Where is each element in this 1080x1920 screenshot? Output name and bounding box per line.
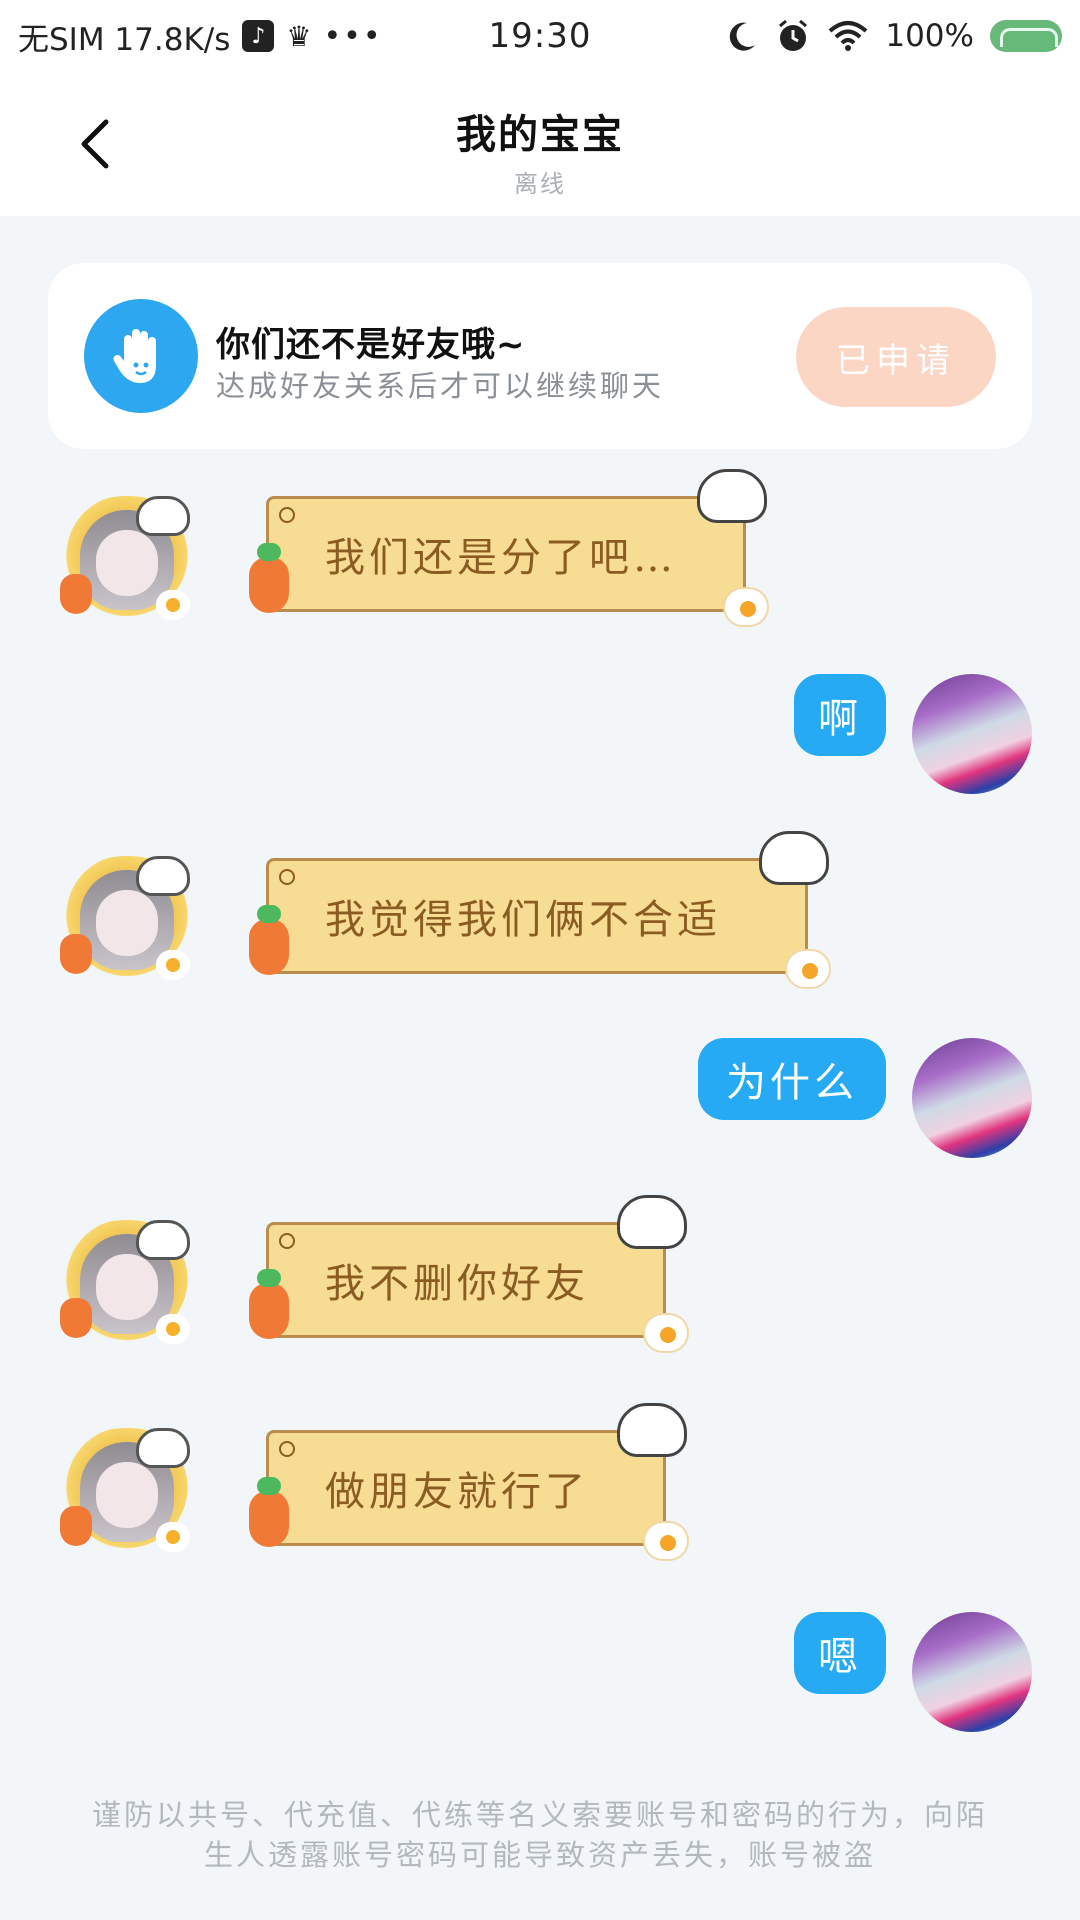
contact-avatar[interactable]: [58, 496, 196, 628]
notice-title: 你们还不是好友哦~: [216, 325, 526, 365]
battery-percent: 100%: [885, 18, 974, 54]
message-bubble-left[interactable]: 我觉得我们俩不合适: [249, 831, 831, 989]
cat-icon: [617, 1403, 687, 1457]
carrot-icon: [249, 1269, 289, 1339]
music-icon: ♪: [242, 20, 275, 52]
my-avatar[interactable]: [912, 674, 1032, 794]
status-bar: 无SIM 17.8K/s ♪ ♛ ••• 19:30 100%: [0, 0, 1080, 72]
online-status: 离线: [514, 170, 566, 198]
message-text: 我不删你好友: [325, 1261, 589, 1307]
contact-avatar[interactable]: [58, 1220, 196, 1352]
battery-icon: [990, 20, 1062, 52]
carrot-icon: [249, 1477, 289, 1547]
title-wrap: 我的宝宝 离线: [0, 102, 1080, 199]
pin-icon: [279, 1233, 295, 1249]
message-text: 我觉得我们俩不合适: [325, 897, 721, 943]
message-bubble-right[interactable]: 嗯: [794, 1612, 886, 1694]
cat-icon: [759, 831, 829, 885]
status-left: 无SIM 17.8K/s ♪ ♛ •••: [18, 14, 383, 59]
pin-icon: [279, 507, 295, 523]
message-bubble-right[interactable]: 啊: [794, 674, 886, 756]
my-avatar[interactable]: [912, 1038, 1032, 1158]
wave-hand-icon: [84, 299, 198, 413]
notice-description: 达成好友关系后才可以继续聊天: [216, 369, 665, 403]
pin-icon: [279, 869, 295, 885]
contact-avatar[interactable]: [58, 856, 196, 988]
egg-icon: [723, 587, 769, 627]
carrot-icon: [249, 905, 289, 975]
message-bubble-left[interactable]: 做朋友就行了: [249, 1403, 689, 1561]
chat-header: 我的宝宝 离线: [0, 72, 1080, 216]
more-dots-icon: •••: [323, 18, 383, 54]
my-avatar[interactable]: [912, 1612, 1032, 1732]
message-bubble-left[interactable]: 我们还是分了吧…: [249, 469, 769, 627]
applied-button[interactable]: 已申请: [796, 307, 996, 407]
network-status: 无SIM 17.8K/s: [18, 21, 231, 58]
message-text: 做朋友就行了: [325, 1469, 589, 1515]
pin-icon: [279, 1441, 295, 1457]
message-bubble-left[interactable]: 我不删你好友: [249, 1195, 689, 1353]
cat-icon: [697, 469, 767, 523]
message-text: 为什么: [726, 1060, 858, 1106]
message-text: 啊: [818, 696, 862, 742]
moon-icon: [730, 22, 756, 51]
contact-avatar[interactable]: [58, 1428, 196, 1560]
not-friends-notice: 你们还不是好友哦~ 达成好友关系后才可以继续聊天 已申请: [48, 263, 1032, 449]
status-right: 100%: [725, 18, 1062, 54]
message-text: 我们还是分了吧…: [325, 535, 677, 581]
cat-icon: [617, 1195, 687, 1249]
message-text: 嗯: [818, 1634, 862, 1680]
wifi-icon: [829, 21, 868, 51]
egg-icon: [643, 1313, 689, 1353]
egg-icon: [643, 1521, 689, 1561]
egg-icon: [785, 949, 831, 989]
page-title: 我的宝宝: [456, 112, 624, 158]
carrot-icon: [249, 543, 289, 613]
message-bubble-right[interactable]: 为什么: [698, 1038, 886, 1120]
crown-icon: ♛: [286, 19, 312, 53]
alarm-icon: [779, 19, 808, 51]
security-warning: 谨防以共号、代充值、代练等名义索要账号和密码的行为，向陌生人透露账号密码可能导致…: [91, 1798, 988, 1872]
